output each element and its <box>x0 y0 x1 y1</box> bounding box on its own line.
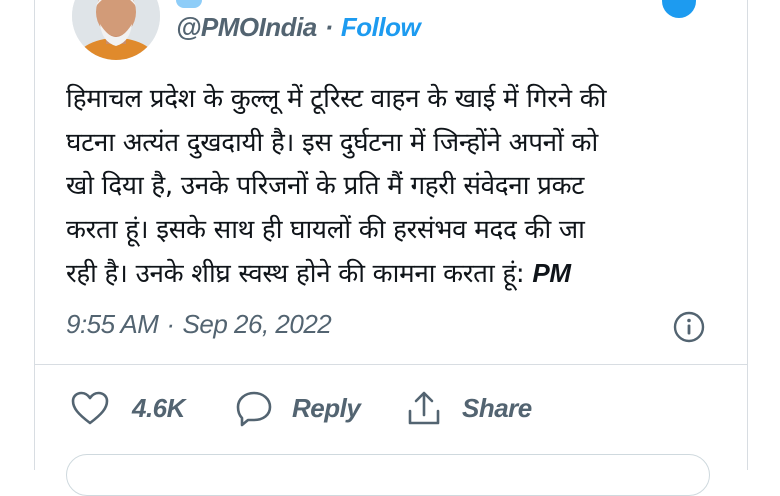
tweet-timestamp[interactable]: 9:55 AM · Sep 26, 2022 <box>66 304 332 344</box>
verified-badge-icon <box>176 0 202 8</box>
tweet-line: रही है। उनके शीघ्र स्वस्थ होने की कामना … <box>66 259 525 289</box>
share-button[interactable]: Share <box>404 384 532 432</box>
info-icon[interactable] <box>672 310 706 344</box>
share-label: Share <box>462 392 532 423</box>
share-arrow-icon <box>408 391 440 425</box>
tweet-line-last: रही है। उनके शीघ्र स्वस्थ होने की कामना … <box>66 252 726 297</box>
follow-button[interactable]: Follow <box>341 12 421 43</box>
author-row: @PMOIndia · Follow <box>176 10 421 44</box>
tweet-line: हिमाचल प्रदेश के कुल्लू में टूरिस्ट वाहन… <box>66 84 607 114</box>
divider <box>34 364 748 365</box>
author-handle[interactable]: @PMOIndia <box>176 12 317 43</box>
tweet-line: घटना अत्यंत दुखदायी है। इस दुर्घटना में … <box>66 127 598 158</box>
tweet-signature: PM <box>532 258 571 288</box>
reply-button[interactable]: Reply <box>234 384 361 432</box>
heart-icon <box>71 391 109 425</box>
reply-box[interactable] <box>66 454 710 496</box>
tweet-line: खो दिया है, उनके परिजनों के प्रति मैं गह… <box>66 171 585 201</box>
tweet-text: हिमाचल प्रदेश के कुल्लू में टूरिस्ट वाहन… <box>66 78 726 297</box>
tweet-date: Sep 26, 2022 <box>182 308 332 339</box>
timestamp-separator: · <box>166 308 175 339</box>
reply-label: Reply <box>292 392 361 423</box>
author-separator: · <box>324 11 334 42</box>
speech-bubble-icon <box>236 391 272 427</box>
like-count: 4.6K <box>132 392 185 423</box>
tweet-actions: 4.6K Reply Share <box>70 384 630 432</box>
tweet-line: करता हूं। इसके साथ ही घायलों की हरसंभव म… <box>66 214 585 245</box>
like-button[interactable]: 4.6K <box>70 384 185 432</box>
tweet-time: 9:55 AM <box>66 308 159 339</box>
